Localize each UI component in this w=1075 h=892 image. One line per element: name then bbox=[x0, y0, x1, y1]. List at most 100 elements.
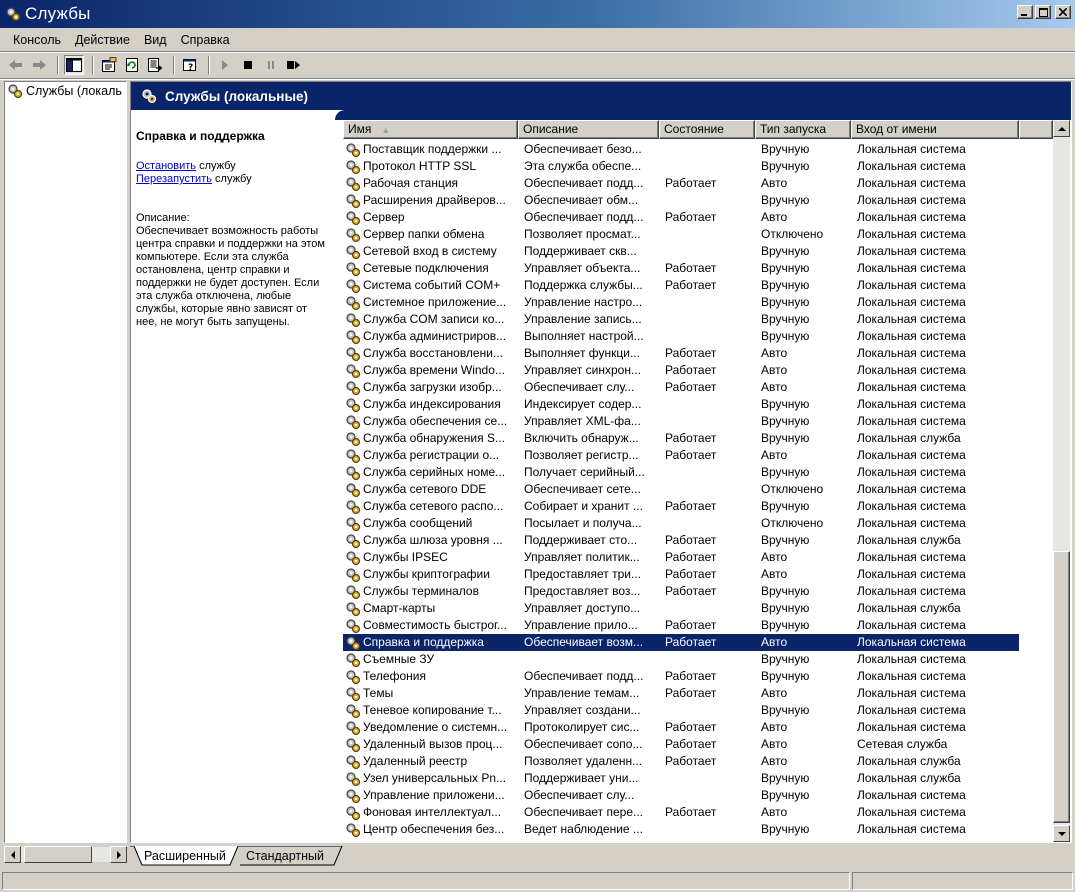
service-row[interactable]: Служба серийных номе... Получает серийный… bbox=[343, 464, 1053, 481]
service-row[interactable]: Сервер папки обмена Позволяет просмат... О… bbox=[343, 226, 1053, 243]
export-list-button[interactable] bbox=[145, 55, 165, 75]
properties-button[interactable] bbox=[99, 55, 119, 75]
column-header-log-on-as[interactable]: Вход от имени bbox=[851, 120, 1019, 139]
service-startup-type-cell: Авто bbox=[755, 634, 851, 651]
scroll-thumb[interactable] bbox=[24, 846, 92, 863]
scroll-right-button[interactable] bbox=[110, 846, 127, 863]
refresh-button[interactable] bbox=[122, 55, 142, 75]
service-description-cell: Включить обнаруж... bbox=[524, 431, 639, 445]
service-row[interactable]: Управление приложени... Обеспечивает слу.… bbox=[343, 787, 1053, 804]
service-startup-type-cell: Авто bbox=[761, 380, 788, 394]
service-row[interactable]: Служба загрузки изобр... Обеспечивает слу… bbox=[343, 379, 1053, 396]
service-row[interactable]: Служба сетевого распо... Собирает и храни… bbox=[343, 498, 1053, 515]
service-row[interactable]: Уведомление о системн... Протоколирует си… bbox=[343, 719, 1053, 736]
menu-console[interactable]: Консоль bbox=[6, 33, 68, 47]
service-row[interactable]: Сетевые подключения Управляет объекта... Р… bbox=[343, 260, 1053, 277]
service-row[interactable]: Служба обнаружения S... Включить обнаруж.… bbox=[343, 430, 1053, 447]
minimize-button[interactable] bbox=[1017, 5, 1033, 19]
list-vertical-scrollbar[interactable] bbox=[1053, 120, 1070, 842]
service-row[interactable]: Службы IPSEC Управляет политик... Работает… bbox=[343, 549, 1053, 566]
column-header-name[interactable]: Имя ▲ bbox=[343, 120, 518, 139]
close-button[interactable] bbox=[1055, 5, 1071, 19]
service-row[interactable]: Фоновая интеллектуал... Обеспечивает пере… bbox=[343, 804, 1053, 821]
restart-service-link[interactable]: Перезапустить bbox=[136, 173, 212, 185]
service-row[interactable]: Служба сетевого DDE Обеспечивает сете... О… bbox=[343, 481, 1053, 498]
service-gear-icon bbox=[346, 805, 361, 820]
tree-item-services-local[interactable]: Службы (локаль bbox=[5, 82, 126, 100]
back-button[interactable] bbox=[6, 55, 26, 75]
restart-service-button[interactable] bbox=[284, 55, 304, 75]
service-row[interactable]: Удаленный вызов проц... Обеспечивает сопо… bbox=[343, 736, 1053, 753]
service-row[interactable]: Совместимость быстрог... Управление прило… bbox=[343, 617, 1053, 634]
service-row[interactable]: Теневое копирование т... Управляет создан… bbox=[343, 702, 1053, 719]
service-row[interactable]: Сетевой вход в систему Поддерживает скв..… bbox=[343, 243, 1053, 260]
start-service-button[interactable] bbox=[215, 55, 235, 75]
service-row[interactable]: Служба шлюза уровня ... Поддерживает сто.… bbox=[343, 532, 1053, 549]
service-row[interactable]: Рабочая станция Обеспечивает подд... Работ… bbox=[343, 175, 1053, 192]
service-status-cell: Работает bbox=[665, 720, 717, 734]
service-description-cell: Посылает и получа... bbox=[524, 516, 642, 530]
service-row[interactable]: Расширения драйверов... Обеспечивает обм.… bbox=[343, 192, 1053, 209]
service-row[interactable]: Служба времени Windo... Управляет синхрон… bbox=[343, 362, 1053, 379]
tree-horizontal-scrollbar[interactable] bbox=[4, 846, 127, 863]
service-row[interactable]: Поставщик поддержки ... Обеспечивает безо… bbox=[343, 141, 1053, 158]
scroll-left-button[interactable] bbox=[4, 846, 21, 863]
service-row[interactable]: Темы Управление темам... Работает Авто Локал… bbox=[343, 685, 1053, 702]
stop-service-link[interactable]: Остановить bbox=[136, 160, 196, 172]
scroll-up-button[interactable] bbox=[1053, 120, 1070, 137]
service-log-on-as-cell: Локальная система bbox=[857, 193, 966, 207]
services-gear-icon bbox=[142, 89, 157, 104]
forward-button[interactable] bbox=[29, 55, 49, 75]
back-arrow-icon bbox=[9, 60, 22, 70]
service-row[interactable]: Службы терминалов Предоставляет воз... Раб… bbox=[343, 583, 1053, 600]
service-gear-icon bbox=[346, 329, 361, 344]
tab-standard[interactable]: Стандартный bbox=[236, 846, 334, 866]
service-row[interactable]: Служба индексирования Индексирует содер..… bbox=[343, 396, 1053, 413]
service-row[interactable]: Центр обеспечения без... Ведет наблюдение… bbox=[343, 821, 1053, 838]
service-row[interactable]: Система событий COM+ Поддержка службы... Р… bbox=[343, 277, 1053, 294]
menu-action[interactable]: Действие bbox=[68, 33, 137, 47]
service-row[interactable]: Протокол HTTP SSL Эта служба обеспе... Вру… bbox=[343, 158, 1053, 175]
service-row[interactable]: Смарт-карты Управляет доступо... Вручную Ло… bbox=[343, 600, 1053, 617]
service-startup-type-cell: Вручную bbox=[761, 261, 810, 275]
start-service-icon bbox=[222, 60, 228, 70]
service-row[interactable]: Служба COM записи ко... Управление запись… bbox=[343, 311, 1053, 328]
arrow-left-icon bbox=[10, 850, 15, 859]
service-name-cell: Служба сообщений bbox=[343, 515, 518, 532]
menu-help[interactable]: Справка bbox=[174, 33, 237, 47]
service-log-on-as-cell: Локальная система bbox=[857, 805, 966, 819]
maximize-button[interactable] bbox=[1035, 5, 1051, 19]
column-header-startup-type[interactable]: Тип запуска bbox=[755, 120, 851, 139]
service-row[interactable]: Справка и поддержка Обеспечивает возм... Р… bbox=[343, 634, 1053, 651]
service-startup-type-cell: Авто bbox=[761, 176, 788, 190]
service-description-cell: Обеспечивает пере... bbox=[524, 805, 644, 819]
toolbar-separator bbox=[208, 56, 210, 74]
service-row[interactable]: Служба обеспечения се... Управляет XML-фа… bbox=[343, 413, 1053, 430]
service-row[interactable]: Телефония Обеспечивает подд... Работает Вру… bbox=[343, 668, 1053, 685]
service-row[interactable]: Системное приложение... Управление настро… bbox=[343, 294, 1053, 311]
service-row[interactable]: Служба сообщений Посылает и получа... Откл… bbox=[343, 515, 1053, 532]
service-row[interactable]: Служба администриров... Выполняет настрой… bbox=[343, 328, 1053, 345]
service-row[interactable]: Служба восстановлени... Выполняет функци.… bbox=[343, 345, 1053, 362]
service-row[interactable]: Съемные ЗУ Вручную Локальная система bbox=[343, 651, 1053, 668]
service-log-on-as-cell: Сетевая служба bbox=[857, 737, 948, 751]
service-gear-icon bbox=[346, 210, 361, 225]
menu-view[interactable]: Вид bbox=[137, 33, 174, 47]
help-button[interactable]: ? bbox=[180, 55, 200, 75]
scroll-down-button[interactable] bbox=[1053, 825, 1070, 842]
service-row[interactable]: Узел универсальных Pn... Поддерживает уни… bbox=[343, 770, 1053, 787]
service-row[interactable]: Служба регистрации о... Позволяет регистр… bbox=[343, 447, 1053, 464]
scroll-thumb[interactable] bbox=[1053, 551, 1070, 823]
show-hide-tree-button[interactable] bbox=[64, 55, 84, 75]
service-name-cell: Теневое копирование т... bbox=[343, 702, 518, 719]
service-row[interactable]: Сервер Обеспечивает подд... Работает Авто Ло… bbox=[343, 209, 1053, 226]
stop-service-button[interactable] bbox=[238, 55, 258, 75]
pause-service-button[interactable] bbox=[261, 55, 281, 75]
tab-extended[interactable]: Расширенный bbox=[134, 846, 236, 866]
column-header-status[interactable]: Состояние bbox=[659, 120, 755, 139]
service-log-on-as-cell: Локальная система bbox=[857, 261, 966, 275]
service-row[interactable]: Службы криптографии Предоставляет три... Р… bbox=[343, 566, 1053, 583]
service-row[interactable]: Удаленный реестр Позволяет удаленн... Рабо… bbox=[343, 753, 1053, 770]
column-header-description[interactable]: Описание bbox=[518, 120, 659, 139]
title-bar[interactable]: Службы bbox=[0, 0, 1075, 28]
